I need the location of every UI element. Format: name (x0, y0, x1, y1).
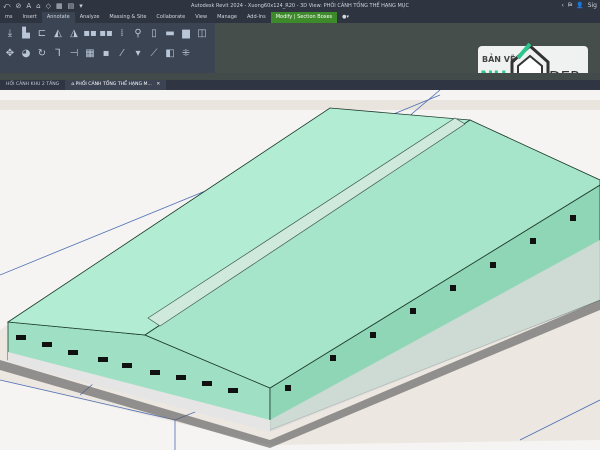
array-icon[interactable]: ▦ (83, 46, 97, 64)
user-icon[interactable]: 👤 (576, 2, 583, 10)
window-title: Autodesk Revit 2024 - Xuong60x124_R20 - … (191, 3, 409, 9)
offset-icon[interactable]: ⊏ (35, 26, 49, 44)
scale-icon[interactable]: ▪ (99, 46, 113, 64)
dropdown-icon[interactable]: ▾ (131, 46, 145, 64)
hide-icon[interactable]: ▯ (147, 26, 161, 44)
trim-single-icon[interactable]: ⊣ (67, 46, 81, 64)
ground-plane (0, 100, 600, 110)
split-icon[interactable]: ▪▪ (83, 26, 97, 44)
tab-manage[interactable]: Manage (212, 12, 242, 23)
paint-icon[interactable]: ⁄ (115, 46, 129, 64)
tab-modify-section-boxes[interactable]: Modify | Section Boxes (270, 12, 338, 23)
create-part-icon[interactable]: ▆ (179, 26, 193, 44)
title-bar: ⤺ ⊘ A ⌂ ◇ ▦ ▤ ▾ Autodesk Revit 2024 - Xu… (0, 0, 600, 12)
tab-collaborate[interactable]: Collaborate (151, 12, 190, 23)
rotate-icon[interactable]: ↻ (35, 46, 49, 64)
customize-qat-icon[interactable]: ▾ (79, 2, 83, 11)
activate-icon[interactable]: ⤓ (3, 26, 17, 44)
move-icon[interactable]: ✥ (3, 46, 17, 64)
store-icon[interactable]: ⛿ (568, 2, 572, 10)
close-hidden-icon[interactable]: ▤ (68, 2, 75, 11)
sync-icon[interactable]: ◇ (46, 2, 51, 11)
switch-windows-icon[interactable]: ▦ (56, 2, 63, 11)
assembly-icon[interactable]: ◧ (163, 46, 177, 64)
selection-box-icon[interactable]: ⁜ (179, 46, 193, 64)
mirror-axis-icon[interactable]: ◭ (51, 26, 65, 44)
svg-text:BẢN VẼ: BẢN VẼ (482, 53, 515, 64)
group-icon[interactable]: ◫ (195, 26, 209, 44)
quick-access-toolbar: ⤺ ⊘ A ⌂ ◇ ▦ ▤ ▾ (0, 2, 83, 11)
tab-extra[interactable]: ●▾ (337, 12, 354, 23)
pin-icon[interactable]: ⁞ (115, 26, 129, 44)
tab-massing-site[interactable]: Massing & Site (104, 12, 151, 23)
view-tabs: HỐI CẢNH KHU 2 TẦNG ⌂ PHỐI CẢNH TỔNG THỂ… (0, 80, 600, 90)
measure-icon[interactable]: ⊘ (15, 2, 21, 11)
text-icon[interactable]: A (26, 2, 31, 11)
view-icon[interactable]: ⚲ (131, 26, 145, 44)
3d-viewport[interactable] (0, 90, 600, 450)
view-tab-label: PHỐI CẢNH TỔNG THỂ HẠNG M... (75, 82, 152, 87)
tab-analyze[interactable]: Analyze (75, 12, 105, 23)
sign-in-button[interactable]: Sig (588, 2, 597, 10)
close-tab-icon[interactable]: ✕ (156, 82, 160, 87)
trim-icon[interactable]: ⅂ (51, 46, 65, 64)
home-3d-icon[interactable]: ⌂ (36, 2, 40, 11)
modify-panel: ⤓ ▙ ⊏ ◭ ◮ ▪▪ ▪▪ ⁞ ⚲ ▯ ▬ ▆ ◫ ✥ ◕ ↻ ⅂ ⊣ ▦ … (0, 23, 215, 73)
ribbon: ⤓ ▙ ⊏ ◭ ◮ ▪▪ ▪▪ ⁞ ⚲ ▯ ▬ ▆ ◫ ✥ ◕ ↻ ⅂ ⊣ ▦ … (0, 23, 600, 91)
align-icon[interactable]: ▙ (19, 26, 33, 44)
view-tab-phoi-canh-khu-2-tang[interactable]: HỐI CẢNH KHU 2 TẦNG (0, 80, 65, 90)
title-bar-right: ‹ ⛿ 👤 Sig (561, 2, 597, 10)
ribbon-tabs: ms Insert Annotate Analyze Massing & Sit… (0, 12, 600, 23)
ribbon-options-bar (0, 73, 600, 80)
view-tab-phoi-canh-tong-the[interactable]: ⌂ PHỐI CẢNH TỔNG THỂ HẠNG M... ✕ (65, 80, 167, 90)
undo-icon[interactable]: ⤺ (3, 2, 10, 11)
tab-insert[interactable]: Insert (17, 12, 41, 23)
copy-icon[interactable]: ◕ (19, 46, 33, 64)
measure-icon[interactable]: ▬ (163, 26, 177, 44)
mirror-draw-icon[interactable]: ◮ (67, 26, 81, 44)
dimension-icon[interactable]: ⟋ (147, 46, 161, 64)
back-icon[interactable]: ‹ (561, 2, 563, 10)
tab-annotate[interactable]: Annotate (41, 12, 75, 23)
tab-view[interactable]: View (190, 12, 212, 23)
split-gap-icon[interactable]: ▪▪ (99, 26, 113, 44)
tab-add-ins[interactable]: Add-Ins (242, 12, 271, 23)
tab-systems[interactable]: ms (0, 12, 17, 23)
